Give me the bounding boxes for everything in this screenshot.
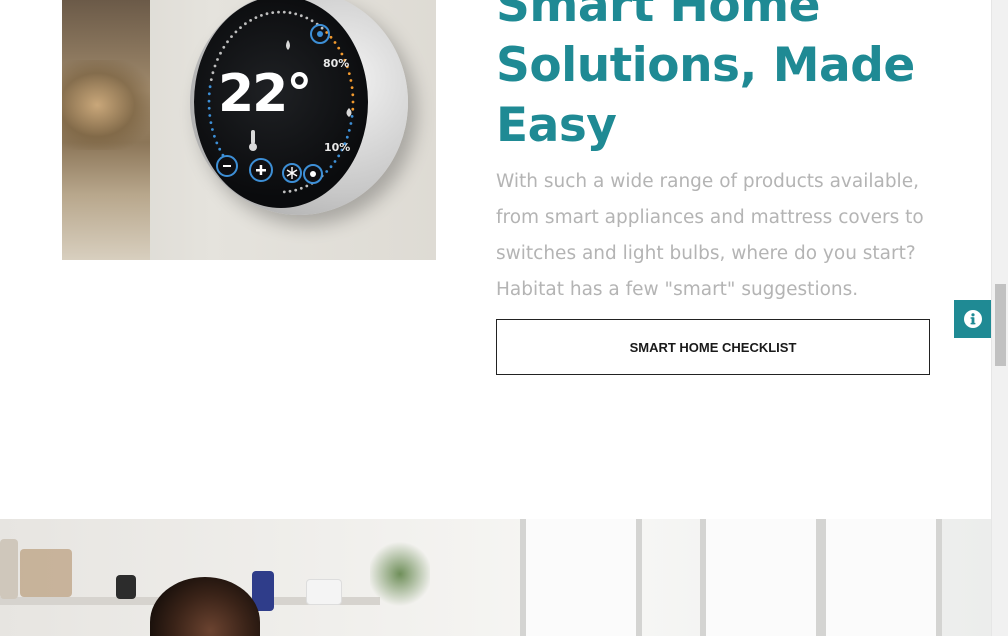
person <box>150 577 260 636</box>
dial-tick <box>209 78 213 81</box>
dial-tick <box>249 19 252 22</box>
figurine <box>116 575 136 599</box>
dial-tick <box>299 14 303 18</box>
page-scrollbar[interactable] <box>991 0 1008 636</box>
dial-tick <box>277 10 280 14</box>
dial-tick <box>325 170 329 173</box>
dial-tick <box>329 35 333 39</box>
dial-tick <box>349 79 353 82</box>
dial-tick <box>349 122 353 125</box>
dial-tick <box>282 10 286 14</box>
info-button[interactable] <box>954 300 991 338</box>
dial-tick <box>282 190 286 194</box>
dial-tick <box>207 99 211 103</box>
window-pane <box>520 519 642 636</box>
dial-tick <box>347 129 351 132</box>
section-description: With such a wide range of products avail… <box>496 171 924 300</box>
dial-tick <box>340 52 344 56</box>
jar <box>0 539 18 599</box>
scrollbar-thumb[interactable] <box>995 284 1006 366</box>
page: 22° 80% 10% Smart Home Solutions, Made E… <box>0 0 991 636</box>
humidity-high-label: 80% <box>323 57 350 70</box>
dial-tick <box>347 72 351 75</box>
dial-tick <box>207 106 211 110</box>
teapot <box>306 579 342 605</box>
smart-home-checklist-button[interactable]: SMART HOME CHECKLIST <box>496 319 930 375</box>
dial-tick <box>219 51 222 55</box>
snowflake-icon <box>282 163 302 183</box>
humidity-low-label: 10% <box>324 141 351 154</box>
thermostat-image: 22° 80% 10% <box>62 0 436 260</box>
dial-tick <box>207 92 211 96</box>
dial-tick <box>350 86 354 89</box>
window-pane <box>820 519 942 636</box>
fan-icon <box>310 24 330 44</box>
dial-tick <box>305 184 309 188</box>
dial-tick <box>337 154 341 158</box>
kitchen-image <box>0 519 991 636</box>
info-icon <box>963 310 982 328</box>
thermometer-icon <box>249 130 257 151</box>
dial-tick <box>271 11 275 14</box>
dial-tick <box>234 30 238 34</box>
dial-tick <box>337 46 341 50</box>
dial-tick <box>333 160 337 163</box>
dial-tick <box>350 115 354 118</box>
dial-tick <box>351 100 355 104</box>
dial-tick <box>226 40 229 44</box>
dial-tick <box>216 58 219 61</box>
sun-icon <box>303 164 323 184</box>
jar <box>20 549 72 597</box>
dial-tick <box>329 165 333 169</box>
dial-tick <box>222 45 226 49</box>
plant <box>370 539 430 609</box>
dial-tick <box>215 141 219 145</box>
window-pane <box>700 519 822 636</box>
dial-tick <box>244 22 247 26</box>
dial-tick <box>265 12 269 16</box>
dial-tick <box>305 16 309 20</box>
dial-tick <box>320 26 324 30</box>
dial-tick <box>351 93 355 97</box>
droplet-icon-right <box>346 108 352 117</box>
plus-icon <box>249 158 273 182</box>
dial-tick <box>209 121 213 124</box>
dial-tick <box>299 186 303 190</box>
dial-tick <box>211 128 214 131</box>
cta-label: SMART HOME CHECKLIST <box>629 339 797 355</box>
dial-tick <box>294 12 298 16</box>
dial-tick <box>218 147 222 151</box>
droplet-icon <box>286 40 290 50</box>
dial-tick <box>213 64 217 68</box>
minus-icon <box>216 155 238 177</box>
dial-tick <box>345 135 349 139</box>
dial-tick <box>239 26 242 29</box>
dial-tick <box>230 35 233 38</box>
dial-tick <box>294 188 298 192</box>
dial-tick <box>288 189 292 193</box>
section-heading: Smart Home Solutions, Made Easy <box>496 0 915 153</box>
dial-tick <box>351 107 355 111</box>
photo-background-blur <box>62 0 150 260</box>
temperature-readout: 22° <box>218 64 312 124</box>
dial-tick <box>254 16 258 19</box>
dial-tick <box>208 114 212 117</box>
dial-tick <box>310 19 314 23</box>
dial-tick <box>333 41 337 44</box>
dial-tick <box>260 14 263 17</box>
dial-tick <box>213 134 216 138</box>
dial-tick <box>208 85 212 89</box>
dial-tick <box>288 11 292 15</box>
dial-tick <box>211 71 215 75</box>
